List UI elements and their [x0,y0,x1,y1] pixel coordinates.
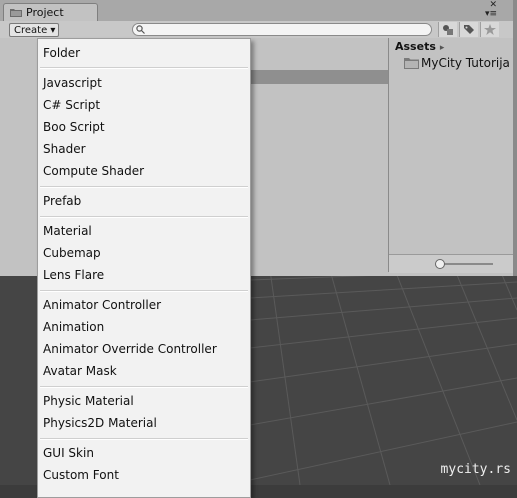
folder-icon [404,58,419,69]
icon-size-slider-knob[interactable] [435,259,445,269]
menu-separator [40,386,248,388]
star-icon [484,24,496,35]
menu-item-boo-script[interactable]: Boo Script [43,120,105,134]
menu-item-avatar-mask[interactable]: Avatar Mask [43,364,117,378]
icon-size-bar [389,254,513,273]
create-button[interactable]: Create ▾ [9,23,59,37]
tab-project[interactable]: Project [3,3,98,21]
search-input[interactable] [132,23,432,36]
menu-separator [40,186,248,188]
folder-icon [10,9,22,17]
menu-item-animation[interactable]: Animation [43,320,104,334]
menu-separator [40,290,248,292]
asset-folder-label: MyCity Tutorija [421,56,510,70]
window-controls[interactable]: ✕ ▾≡ [485,1,497,19]
menu-item-custom-font[interactable]: Custom Font [43,468,119,482]
menu-item-lens-flare[interactable]: Lens Flare [43,268,104,282]
search-icon [136,25,145,34]
filter-by-type-button[interactable] [438,22,457,37]
project-toolbar: Create ▾ [0,21,513,39]
tag-icon [464,25,474,34]
menu-item-gui-skin[interactable]: GUI Skin [43,446,94,460]
menu-item-prefab[interactable]: Prefab [43,194,81,208]
menu-item-cubemap[interactable]: Cubemap [43,246,101,260]
shapes-icon [443,25,453,35]
create-menu: Folder Javascript C# Script Boo Script S… [37,38,251,498]
menu-item-csharp-script[interactable]: C# Script [43,98,100,112]
menu-item-animator-override-controller[interactable]: Animator Override Controller [43,342,217,356]
assets-title: Assets [395,40,436,53]
menu-item-shader[interactable]: Shader [43,142,86,156]
tab-bar: Project ✕ ▾≡ [0,0,513,21]
menu-item-material[interactable]: Material [43,224,92,238]
menu-item-physics2d-material[interactable]: Physics2D Material [43,416,157,430]
tab-label: Project [26,6,64,19]
menu-separator [40,216,248,218]
selected-tree-row[interactable] [250,70,388,84]
assets-pane[interactable]: Assets ▸ MyCity Tutorija [389,38,513,272]
assets-breadcrumb[interactable]: Assets ▸ [395,40,444,53]
favorites-button[interactable] [480,22,499,37]
menu-separator [40,67,248,69]
menu-item-compute-shader[interactable]: Compute Shader [43,164,144,178]
menu-item-animator-controller[interactable]: Animator Controller [43,298,161,312]
menu-item-javascript[interactable]: Javascript [43,76,102,90]
menu-item-physic-material[interactable]: Physic Material [43,394,134,408]
filter-by-label-button[interactable] [459,22,478,37]
breadcrumb-arrow-icon: ▸ [439,43,445,53]
icon-size-slider-track[interactable] [441,263,493,265]
panel-menu-icon[interactable]: ▾≡ [485,9,497,19]
menu-item-folder[interactable]: Folder [43,46,80,60]
menu-separator [40,438,248,440]
watermark: mycity.rs [440,462,511,477]
asset-folder-item[interactable]: MyCity Tutorija [404,56,510,70]
